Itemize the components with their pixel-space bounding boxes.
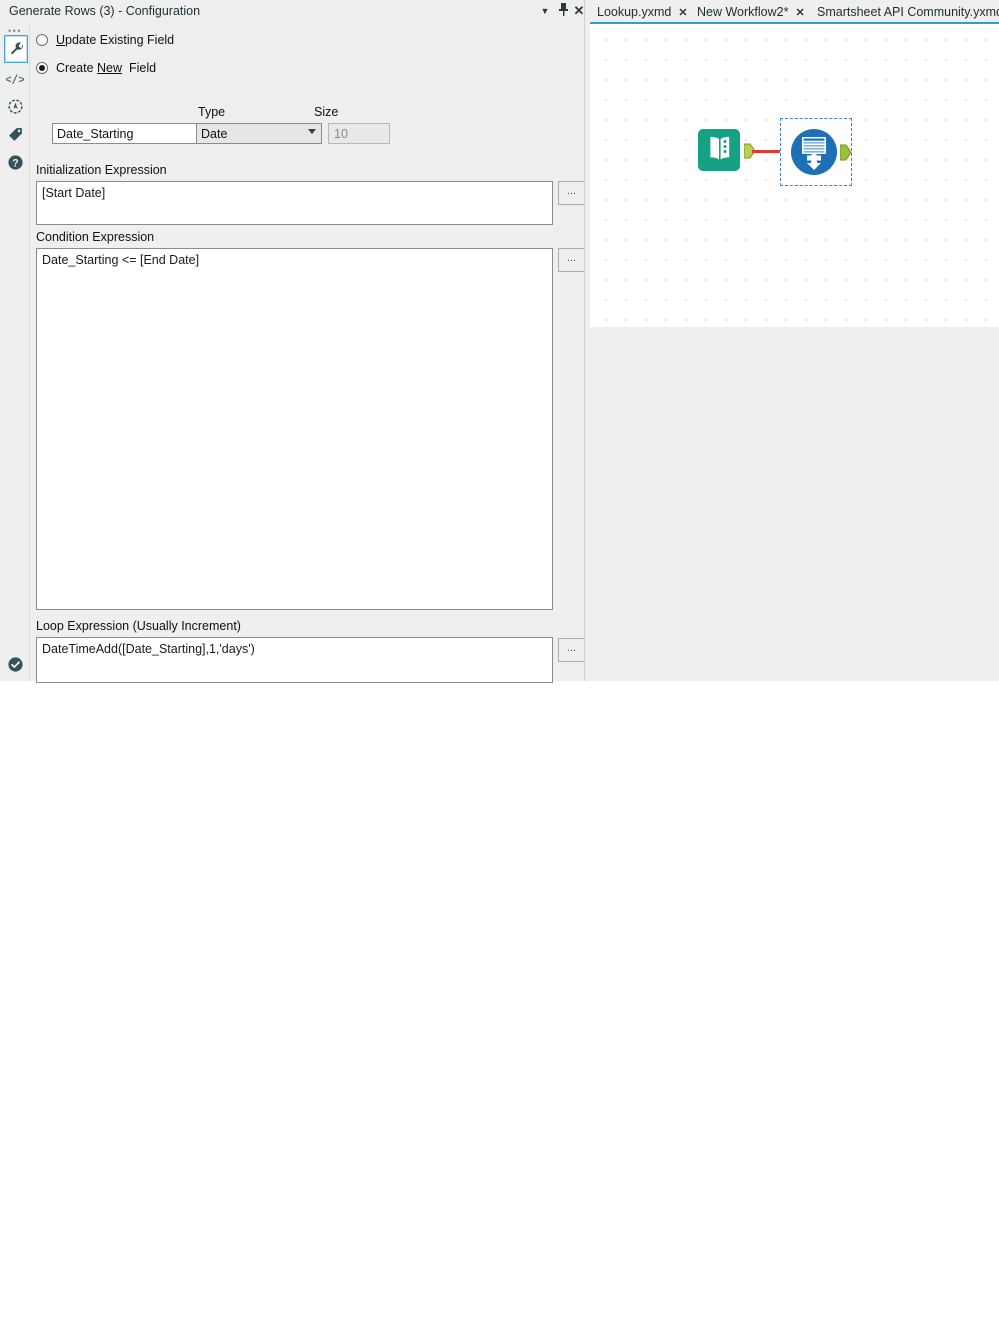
radio-create-new-field[interactable]: Create New Field <box>36 59 156 77</box>
workflow-tab-2[interactable]: Smartsheet API Community.yxmd <box>817 3 999 21</box>
radio-mark-update <box>36 34 48 46</box>
workflow-tab-0[interactable]: Lookup.yxmd ✕ <box>597 3 688 21</box>
initialization-expression-label: Initialization Expression <box>36 163 167 177</box>
loop-expression-input[interactable]: DateTimeAdd([Date_Starting],1,'days') <box>36 637 553 683</box>
initialization-expression-input[interactable]: [Start Date] <box>36 181 553 225</box>
generate-rows-output-anchor-icon[interactable] <box>840 144 852 161</box>
configuration-body: Update Existing Field Create New Field T… <box>30 23 585 683</box>
generate-rows-icon <box>791 129 837 175</box>
radio-create-label: Create New Field <box>56 61 157 75</box>
workflow-tab-1-close-icon[interactable]: ✕ <box>795 6 804 19</box>
configuration-panel: Generate Rows (3) - Configuration ▼ ✕ ••… <box>0 0 585 683</box>
tag-icon[interactable] <box>4 121 26 147</box>
workflow-tabstrip: Lookup.yxmd ✕ New Workflow2* ✕ Smartshee… <box>585 0 999 24</box>
alteryx-designer-window: Generate Rows (3) - Configuration ▼ ✕ ••… <box>0 0 999 683</box>
type-select[interactable]: Date <box>196 123 322 144</box>
workflow-tab-0-label: Lookup.yxmd <box>597 5 672 19</box>
field-name-input[interactable]: Date_Starting <box>52 123 207 144</box>
svg-text:?: ? <box>12 157 18 169</box>
config-icon-rail: ••• </> ? <box>0 23 30 681</box>
annotation-icon[interactable] <box>4 93 26 119</box>
type-label: Type <box>198 105 226 119</box>
radio-update-label: Update Existing Field <box>56 33 175 47</box>
size-input[interactable]: 10 <box>328 123 390 144</box>
loop-expression-builder-button[interactable]: ... <box>558 638 585 662</box>
help-icon[interactable]: ? <box>4 149 26 175</box>
panel-dropdown-icon[interactable]: ▼ <box>537 3 553 19</box>
generate-rows-tool[interactable] <box>790 128 838 176</box>
rail-grip-dots: ••• <box>8 26 22 36</box>
check-circle-icon <box>4 653 26 675</box>
text-input-tool[interactable] <box>698 127 756 173</box>
condition-expression-label: Condition Expression <box>36 230 155 244</box>
condition-expression-builder-button[interactable]: ... <box>558 248 585 272</box>
initialization-expression-builder-button[interactable]: ... <box>558 181 585 205</box>
book-icon <box>698 129 740 171</box>
svg-text:</>: </> <box>6 73 24 86</box>
workflow-tab-1-label: New Workflow2* <box>697 5 789 19</box>
workflow-tab-0-close-icon[interactable]: ✕ <box>678 6 687 19</box>
workflow-tab-1[interactable]: New Workflow2* ✕ <box>697 3 805 21</box>
size-label: Size <box>314 105 339 119</box>
workflow-canvas[interactable] <box>590 24 999 327</box>
workflow-tab-2-label: Smartsheet API Community.yxmd <box>817 5 999 19</box>
pin-icon[interactable] <box>555 3 571 19</box>
loop-expression-label: Loop Expression (Usually Increment) <box>36 619 241 633</box>
chevron-down-icon <box>308 129 316 134</box>
configuration-titlebar: Generate Rows (3) - Configuration ▼ ✕ <box>0 0 585 24</box>
type-select-value: Date <box>201 127 228 141</box>
code-icon[interactable]: </> <box>4 65 26 91</box>
wrench-icon[interactable] <box>4 35 28 63</box>
page-title: Generate Rows (3) - Configuration <box>9 4 201 18</box>
radio-update-existing-field[interactable]: Update Existing Field <box>36 31 174 49</box>
radio-mark-create <box>36 62 48 74</box>
condition-expression-input[interactable]: Date_Starting <= [End Date] <box>36 248 553 610</box>
workflow-area: Lookup.yxmd ✕ New Workflow2* ✕ Smartshee… <box>585 0 999 681</box>
